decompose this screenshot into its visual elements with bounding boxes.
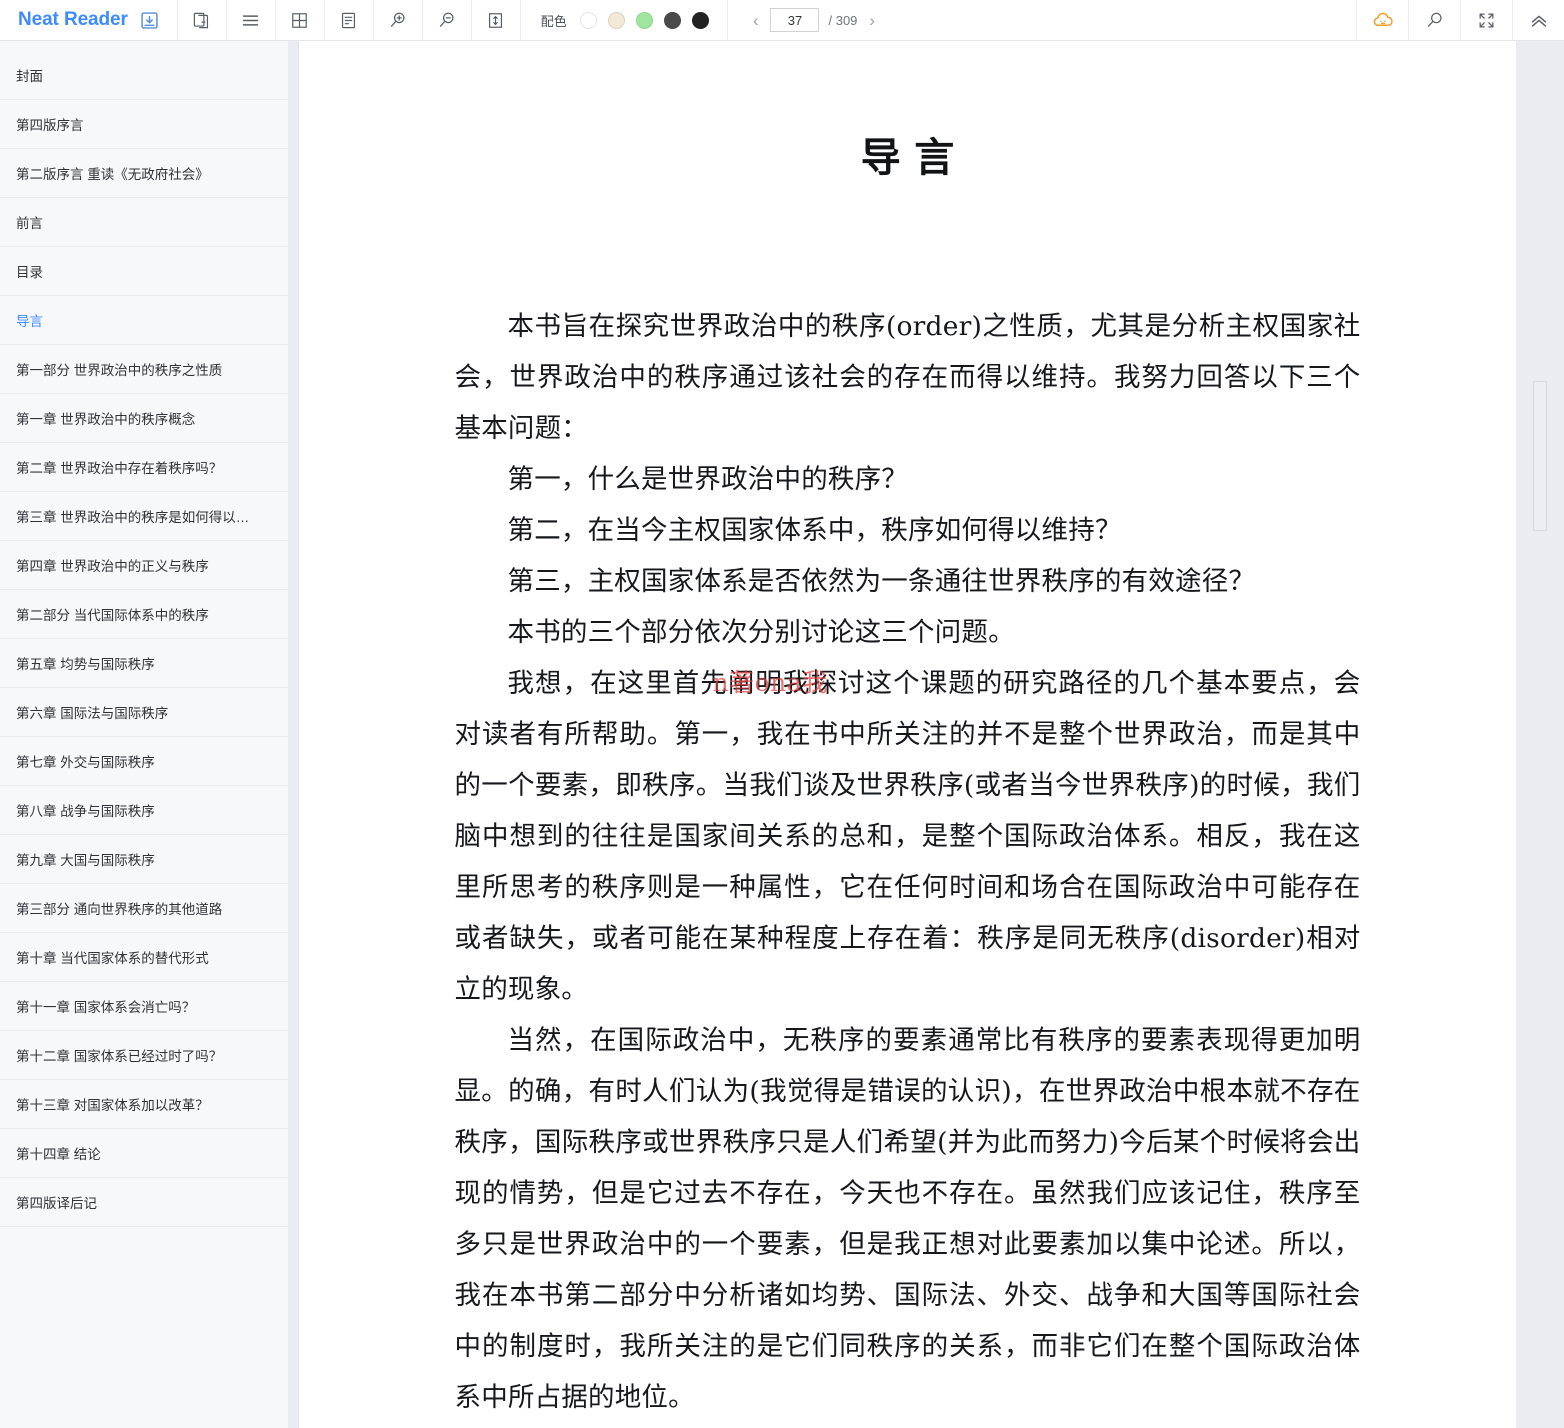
sidebar-item[interactable]: 第六章 国际法与国际秩序: [0, 688, 288, 737]
sidebar-item-label: 第一部分 世界政治中的秩序之性质: [16, 363, 223, 378]
right-gutter: [1516, 41, 1564, 1428]
sidebar-item-label: 第十三章 对国家体系加以改革？: [16, 1098, 209, 1113]
paragraph: 我想，在这里首先阐明我探讨这个课题的研究路径的几个基本要点，会对读者有所帮助。第…: [454, 668, 1361, 1005]
paragraph: 本书旨在探究世界政治中的秩序(order)之性质，尤其是分析主权国家社会，世界政…: [454, 311, 1361, 444]
paragraph: 本书的三个部分依次分别讨论这三个问题。: [507, 617, 1015, 648]
sidebar-item[interactable]: 第七章 外交与国际秩序: [0, 737, 288, 786]
search-button[interactable]: [1408, 0, 1460, 40]
sidebar-item[interactable]: 第一章 世界政治中的秩序概念: [0, 394, 288, 443]
sidebar-item[interactable]: 第一部分 世界政治中的秩序之性质: [0, 345, 288, 394]
reader-viewport: 导言 本书旨在探究世界政治中的秩序(order)之性质，尤其是分析主权国家社会，…: [299, 41, 1516, 1428]
sidebar-item-label: 封面: [16, 69, 43, 84]
sidebar-item-label: 第一章 世界政治中的秩序概念: [16, 412, 196, 427]
cloud-sync-button[interactable]: [1356, 0, 1408, 40]
copy-book-button[interactable]: [176, 0, 226, 40]
sidebar-item-label: 导言: [16, 314, 43, 329]
neat-reader-window: Neat Reader 配色 ‹ 37 / 309 › 封面 第四版序言 第二版…: [0, 0, 1564, 1428]
scheme-sepia-swatch[interactable]: [607, 11, 625, 29]
line-height-button[interactable]: [470, 0, 520, 40]
page-body: 本书旨在探究世界政治中的秩序(order)之性质，尤其是分析主权国家社会，世界政…: [455, 301, 1361, 1423]
sidebar-item[interactable]: 封面: [0, 51, 288, 100]
zoom-out-button[interactable]: [421, 0, 471, 40]
sidebar-item[interactable]: 第四版译后记: [0, 1178, 288, 1227]
zoom-in-button[interactable]: [372, 0, 422, 40]
toc-sidebar[interactable]: 封面第四版序言第二版序言 重读《无政府社会》 前言目录导言第一部分 世界政治中的秩…: [0, 41, 288, 1428]
sidebar-item[interactable]: 第十二章 国家体系已经过时了吗？: [0, 1031, 288, 1080]
sidebar-item[interactable]: 第二版序言 重读《无政府社会》: [0, 149, 288, 198]
sidebar-item-label: 第十一章 国家体系会消亡吗？: [16, 1000, 196, 1015]
page-total-label: / 309: [828, 12, 858, 28]
body-area: 封面 第四版序言 第二版序言 重读《无政府社会》 前言 目录 导言 第一部分 世界政治中的秩…: [0, 41, 1564, 1428]
scheme-black-swatch[interactable]: [691, 11, 709, 29]
sidebar-item-label: 第四版译后记: [16, 1196, 97, 1211]
sidebar-divider: [288, 41, 298, 1428]
prev-page-button[interactable]: ‹: [750, 12, 762, 29]
sidebar-item-label: 第四版序言: [16, 118, 84, 133]
next-page-button[interactable]: ›: [866, 12, 878, 29]
paragraph: 第二，在当今主权国家体系中，秩序如何得以维持？: [507, 515, 1122, 546]
sidebar-item[interactable]: 第四版序言: [0, 100, 288, 149]
sidebar-item[interactable]: 第三部分 通向世界秩序的其他道路: [0, 884, 288, 933]
sidebar-item-label: 第十四章 结论: [16, 1147, 101, 1162]
page-number-input[interactable]: [770, 8, 820, 32]
sidebar-item-label: 第七章 外交与国际秩序: [16, 755, 155, 770]
color-scheme-group: 配色: [519, 0, 727, 40]
sidebar-item[interactable]: 第十章 当代国家体系的替代形式: [0, 933, 288, 982]
scheme-white-swatch[interactable]: [579, 11, 597, 29]
sidebar-item[interactable]: 导言: [0, 296, 288, 345]
sidebar-item-label: 第九章 大国与国际秩序: [16, 853, 155, 868]
sidebar-item[interactable]: 第八章 战争与国际秩序: [0, 786, 288, 835]
page-title: 导言: [860, 134, 968, 181]
sidebar-item[interactable]: 第四章 世界政治中的正义与秩序: [0, 541, 288, 590]
sidebar-item-label: 第二章 世界政治中存在着秩序吗？: [16, 461, 223, 476]
sidebar-item-label: 第五章 均势与国际秩序: [16, 657, 155, 672]
color-scheme-label: 配色: [540, 13, 567, 29]
paragraph: 第一，什么是世界政治中的秩序？: [507, 464, 908, 495]
sidebar-item[interactable]: 第五章 均势与国际秩序: [0, 639, 288, 688]
brand: Neat Reader: [0, 0, 177, 40]
menu-lines-button[interactable]: [225, 0, 275, 40]
sidebar-item[interactable]: 第二章 世界政治中存在着秩序吗？: [0, 443, 288, 492]
scheme-green-swatch[interactable]: [635, 11, 653, 29]
sidebar-item[interactable]: 目录: [0, 247, 288, 296]
sidebar-item-label: 第二版序言 重读《无政府社会》: [16, 167, 209, 182]
sidebar-item[interactable]: 第三章 世界政治中的秩序是如何得以…: [0, 492, 288, 541]
pager-group: ‹ / 309 ›: [726, 0, 894, 40]
sidebar-item-label: 第三章 世界政治中的秩序是如何得以…: [16, 510, 250, 525]
note-panel-button[interactable]: [323, 0, 373, 40]
sidebar-item-label: 第二部分 当代国际体系中的秩序: [16, 608, 209, 623]
sidebar-item-label: 第六章 国际法与国际秩序: [16, 706, 169, 721]
sidebar-item[interactable]: 第十四章 结论: [0, 1129, 288, 1178]
sidebar-item[interactable]: 第十三章 对国家体系加以改革？: [0, 1080, 288, 1129]
sidebar-item[interactable]: 第十一章 国家体系会消亡吗？: [0, 982, 288, 1031]
save-to-shelf-icon[interactable]: [137, 0, 163, 40]
vertical-scrollbar-track[interactable]: [1533, 41, 1547, 1428]
sidebar-item-label: 前言: [16, 216, 43, 231]
sidebar-item-label: 第十二章 国家体系已经过时了吗？: [16, 1049, 223, 1064]
grid-layout-button[interactable]: [274, 0, 324, 40]
sidebar-item-label: 第四章 世界政治中的正义与秩序: [16, 559, 209, 574]
collapse-toolbar-button[interactable]: [1512, 0, 1564, 40]
brand-name: Neat Reader: [18, 9, 128, 30]
sidebar-item-label: 第三部分 通向世界秩序的其他道路: [16, 902, 223, 917]
sidebar-item[interactable]: 第二部分 当代国际体系中的秩序: [0, 590, 288, 639]
sidebar-item-label: 目录: [16, 265, 43, 280]
scheme-dark-gray-swatch[interactable]: [663, 11, 681, 29]
fullscreen-button[interactable]: [1460, 0, 1512, 40]
sidebar-item[interactable]: 前言: [0, 198, 288, 247]
top-toolbar: Neat Reader 配色 ‹ 37 / 309 ›: [0, 0, 1564, 41]
paragraph: 当然，在国际政治中，无秩序的要素通常比有秩序的要素表现得更加明显。的确，有时人们…: [454, 1025, 1361, 1413]
sidebar-item[interactable]: 第九章 大国与国际秩序: [0, 835, 288, 884]
sidebar-item-label: 第八章 战争与国际秩序: [16, 804, 155, 819]
paragraph: 第三，主权国家体系是否依然为一条通往世界秩序的有效途径？: [507, 566, 1256, 597]
book-page: 导言 本书旨在探究世界政治中的秩序(order)之性质，尤其是分析主权国家社会，…: [403, 41, 1413, 1428]
vertical-scrollbar-thumb[interactable]: [1533, 381, 1547, 531]
sidebar-item-label: 第十章 当代国家体系的替代形式: [16, 951, 209, 966]
